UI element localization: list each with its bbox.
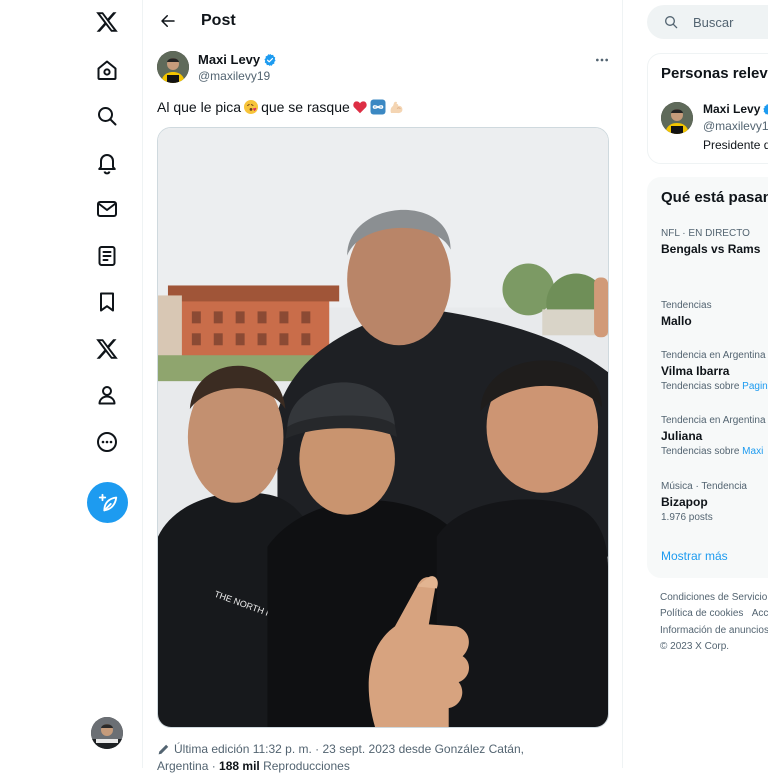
page-title: Post [201, 12, 236, 29]
trend-name: Vilma Ibarra [661, 364, 730, 378]
compose-post-button[interactable] [87, 482, 128, 523]
tweet-text-part-2: que se rasque [261, 99, 350, 115]
trend-category: NFL · EN DIRECTO [661, 228, 750, 239]
tweet-text-part-1: Al que le pica [157, 99, 242, 115]
author-name[interactable]: Maxi Levy [198, 52, 277, 67]
relevant-people-card: Personas relevantes Maxi Levy @maxilevy1… [647, 53, 768, 164]
tweet-text: Al que le pica que se rasque [157, 99, 404, 115]
relevant-name[interactable]: Maxi Levy [703, 102, 768, 116]
trend-item[interactable]: Tendencia en Argentina Vilma Ibarra Tend… [661, 349, 768, 393]
search-box[interactable]: Buscar [647, 5, 768, 39]
relevant-name-text: Maxi Levy [703, 102, 761, 116]
author-avatar[interactable] [157, 51, 189, 83]
trend-name: Bizapop [661, 495, 708, 509]
profile-icon[interactable] [90, 378, 124, 412]
more-circle-icon[interactable] [90, 425, 124, 459]
trend-item[interactable]: Tendencia en Argentina Juliana Tendencia… [661, 414, 766, 458]
search-icon [665, 16, 678, 29]
back-button[interactable] [155, 8, 181, 34]
infinity-emoji [370, 99, 386, 115]
envelope-icon[interactable] [90, 192, 124, 226]
trend-category: Música · Tendencia [661, 481, 747, 492]
relevant-bio: Presidente del Club Atlético [703, 138, 768, 152]
footer-ads-info-link[interactable]: Información de anuncios [660, 625, 768, 636]
verified-badge-icon [763, 103, 768, 114]
trend-category: Tendencias [661, 300, 712, 311]
footer-terms-link[interactable]: Condiciones de Servicio [660, 592, 767, 603]
home-icon[interactable] [90, 53, 124, 87]
footer-accessibility-link[interactable]: Accesibilidad [752, 608, 768, 619]
trend-item[interactable]: Música · Tendencia Bizapop 1.976 posts [661, 480, 747, 524]
pencil-icon [158, 744, 169, 754]
x-logo-icon[interactable] [90, 5, 124, 39]
list-icon[interactable] [90, 239, 124, 273]
flexed-biceps-emoji [388, 99, 404, 115]
footer-cookies-row: Política de cookies Accesibilidad [660, 608, 768, 619]
author-name-text: Maxi Levy [198, 52, 261, 67]
more-options-button[interactable] [591, 52, 613, 68]
views-info: Argentina · 188 mil Reproducciones [157, 759, 350, 773]
search-input[interactable]: Buscar [693, 15, 733, 30]
trend-name: Bengals vs Rams [661, 242, 761, 256]
edit-info-text[interactable]: Última edición 11:32 p. m. · 23 sept. 20… [174, 742, 524, 756]
red-heart-emoji [352, 99, 368, 115]
right-sidebar: Buscar Personas relevantes Maxi Levy @ma… [623, 0, 768, 768]
location-text: Argentina [157, 759, 209, 773]
post-image[interactable]: THE NORTH FACE [157, 127, 609, 728]
show-more-link[interactable]: Mostrar más [661, 549, 728, 563]
trend-category: Tendencia en Argentina [661, 350, 766, 361]
post-detail-column: Post Maxi Levy @maxilevy19 Al que le pic… [143, 0, 623, 773]
trend-post-count: 1.976 posts [661, 512, 713, 523]
arrow-left-icon [161, 15, 175, 27]
whats-happening-card: Qué está pasando NFL · EN DIRECTO Bengal… [647, 177, 768, 578]
trend-name: Juliana [661, 429, 703, 443]
trend-name: Mallo [661, 314, 692, 328]
verified-badge-icon [264, 53, 276, 66]
trend-context: Tendencias sobre Maxi [661, 445, 766, 458]
kissing-face-emoji [243, 99, 259, 115]
left-navigation [0, 0, 143, 768]
trend-context-link[interactable]: Maxi [742, 446, 763, 457]
trend-context: Tendencias sobre Pagina [661, 380, 768, 393]
relevant-handle[interactable]: @maxilevy19 [703, 119, 768, 133]
group-photo-illustration: THE NORTH FACE [158, 128, 608, 727]
edit-info: Última edición 11:32 p. m. · 23 sept. 20… [157, 742, 524, 756]
trend-context-text: Tendencias sobre [661, 381, 740, 392]
relevant-avatar[interactable] [661, 102, 693, 134]
search-icon[interactable] [90, 99, 124, 133]
trend-item[interactable]: Tendencias Mallo [661, 299, 712, 330]
more-horizontal-icon [596, 58, 608, 62]
bell-icon[interactable] [90, 146, 124, 180]
trend-context-text: Tendencias sobre [661, 446, 740, 457]
trend-category: Tendencia en Argentina [661, 415, 766, 426]
trend-item[interactable]: NFL · EN DIRECTO Bengals vs Rams [661, 227, 760, 258]
footer-copyright: © 2023 X Corp. [660, 641, 730, 652]
views-label: Reproducciones [263, 759, 350, 773]
feather-plus-icon [98, 493, 117, 511]
account-avatar[interactable] [91, 717, 123, 749]
bookmark-icon[interactable] [90, 285, 124, 319]
views-count: 188 mil [219, 759, 260, 773]
relevant-people-title: Personas relevantes [661, 65, 768, 82]
whats-happening-title: Qué está pasando [661, 189, 768, 206]
x-premium-icon[interactable] [90, 332, 124, 366]
author-handle[interactable]: @maxilevy19 [198, 69, 270, 83]
trend-context-link[interactable]: Pagina [742, 381, 768, 392]
footer-cookies-link[interactable]: Política de cookies [660, 608, 743, 619]
